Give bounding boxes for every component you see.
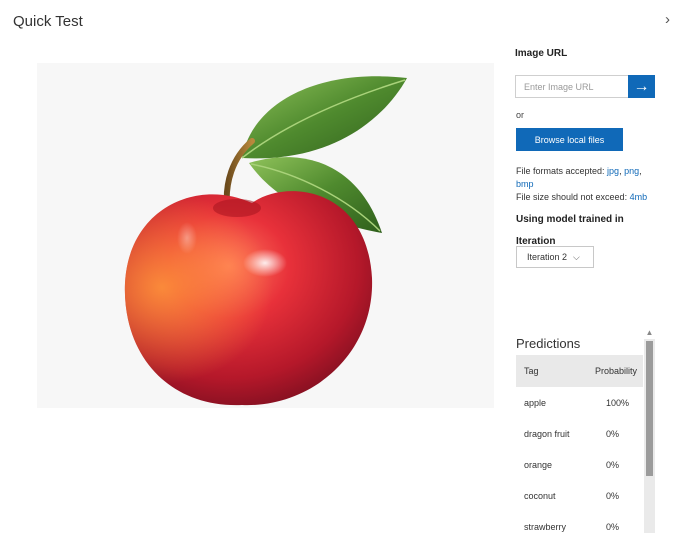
scrollbar-thumb[interactable]: [646, 341, 653, 476]
quick-test-panel: Quick Test › Image URL Enter Image URL →…: [0, 0, 676, 533]
collapse-chevron-icon[interactable]: ›: [665, 11, 670, 28]
table-row: dragon fruit 0%: [516, 418, 643, 449]
chevron-down-icon: ⌵: [573, 251, 580, 262]
size-prefix: File size should not exceed:: [516, 192, 630, 202]
tag-column-header: Tag: [524, 366, 539, 376]
predictions-header: Tag Probability: [516, 355, 643, 387]
probability-column-header: Probability: [594, 366, 637, 376]
probability-cell: 0%: [606, 459, 620, 470]
iteration-dropdown[interactable]: Iteration 2 ⌵: [516, 246, 594, 268]
format-bmp-link[interactable]: bmp: [516, 179, 534, 189]
tag-cell: orange: [524, 459, 553, 470]
predictions-scrollbar[interactable]: ▲: [644, 327, 655, 533]
model-trained-label: Using model trained in: [516, 214, 624, 225]
scroll-up-icon[interactable]: ▲: [644, 327, 655, 339]
apple-image: [124, 76, 407, 406]
tag-cell: strawberry: [524, 521, 567, 532]
page-title: Quick Test: [13, 13, 83, 30]
table-row: orange 0%: [516, 449, 643, 480]
probability-cell: 0%: [606, 428, 620, 439]
file-requirements: File formats accepted: jpg, png, bmp Fil…: [516, 165, 666, 204]
arrow-right-icon: →: [633, 77, 650, 95]
size-limit-link[interactable]: 4mb: [630, 192, 648, 202]
table-row: strawberry 0%: [516, 511, 643, 533]
submit-url-button[interactable]: →: [628, 75, 655, 98]
table-row: apple 100%: [516, 387, 643, 418]
image-url-input[interactable]: [515, 75, 628, 98]
browse-local-files-button[interactable]: Browse local files: [516, 128, 623, 151]
format-jpg-link[interactable]: jpg: [607, 166, 619, 176]
tag-cell: dragon fruit: [524, 428, 570, 439]
test-image-preview: [37, 63, 494, 408]
image-url-row: →: [515, 75, 655, 98]
or-separator: or: [516, 110, 525, 120]
formats-comma: ,: [639, 166, 642, 176]
predictions-title: Predictions: [516, 336, 581, 351]
probability-cell: 0%: [606, 490, 620, 501]
probability-cell: 0%: [606, 521, 620, 532]
predictions-panel: Predictions Tag Probability apple 100% d…: [516, 327, 655, 533]
table-row: coconut 0%: [516, 480, 643, 511]
iteration-value: Iteration 2: [527, 252, 568, 262]
predictions-table: Tag Probability apple 100% dragon fruit …: [516, 355, 643, 533]
tag-cell: coconut: [524, 490, 556, 501]
formats-prefix: File formats accepted:: [516, 166, 608, 176]
format-png-link[interactable]: png: [624, 166, 639, 176]
probability-cell: 100%: [606, 397, 630, 408]
tag-cell: apple: [524, 397, 547, 408]
test-controls: Image URL → or Browse local files File f…: [515, 48, 665, 268]
image-url-label: Image URL: [515, 48, 568, 59]
